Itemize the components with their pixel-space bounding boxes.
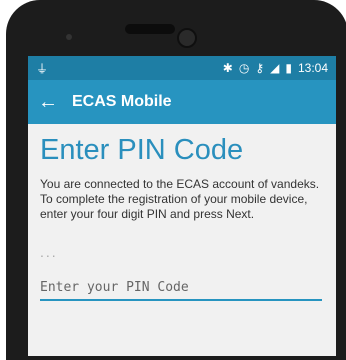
- signal-icon: ◢: [270, 61, 280, 75]
- usb-icon: ⏚: [36, 61, 49, 76]
- alarm-icon: ◷: [238, 61, 250, 75]
- pin-dots: ...: [40, 244, 58, 260]
- pin-input[interactable]: Enter your PIN Code: [40, 280, 322, 301]
- proximity-sensor: [66, 34, 72, 40]
- bluetooth-icon: ✱: [222, 61, 233, 75]
- app-bar: ← ECAS Mobile: [28, 80, 336, 124]
- earpiece-speaker: [125, 24, 175, 34]
- status-time: 13:04: [297, 61, 328, 75]
- key-icon: ⚷: [255, 61, 265, 75]
- phone-frame: ⏚ ✱ ◷ ⚷ ◢ ▮ 13:04 ← ECAS Mobile Enter PI…: [6, 0, 346, 360]
- battery-icon: ▮: [285, 61, 292, 75]
- description-text: You are connected to the ECAS account of…: [40, 177, 320, 221]
- phone-screen: ⏚ ✱ ◷ ⚷ ◢ ▮ 13:04 ← ECAS Mobile Enter PI…: [28, 56, 336, 356]
- main-content: Enter PIN Code You are connected to the …: [28, 124, 336, 301]
- page-title: Enter PIN Code: [40, 134, 244, 166]
- front-camera: [177, 28, 197, 48]
- back-arrow-icon[interactable]: ←: [38, 91, 62, 114]
- status-bar: ⏚ ✱ ◷ ⚷ ◢ ▮ 13:04: [28, 56, 336, 80]
- app-title: ECAS Mobile: [72, 93, 172, 110]
